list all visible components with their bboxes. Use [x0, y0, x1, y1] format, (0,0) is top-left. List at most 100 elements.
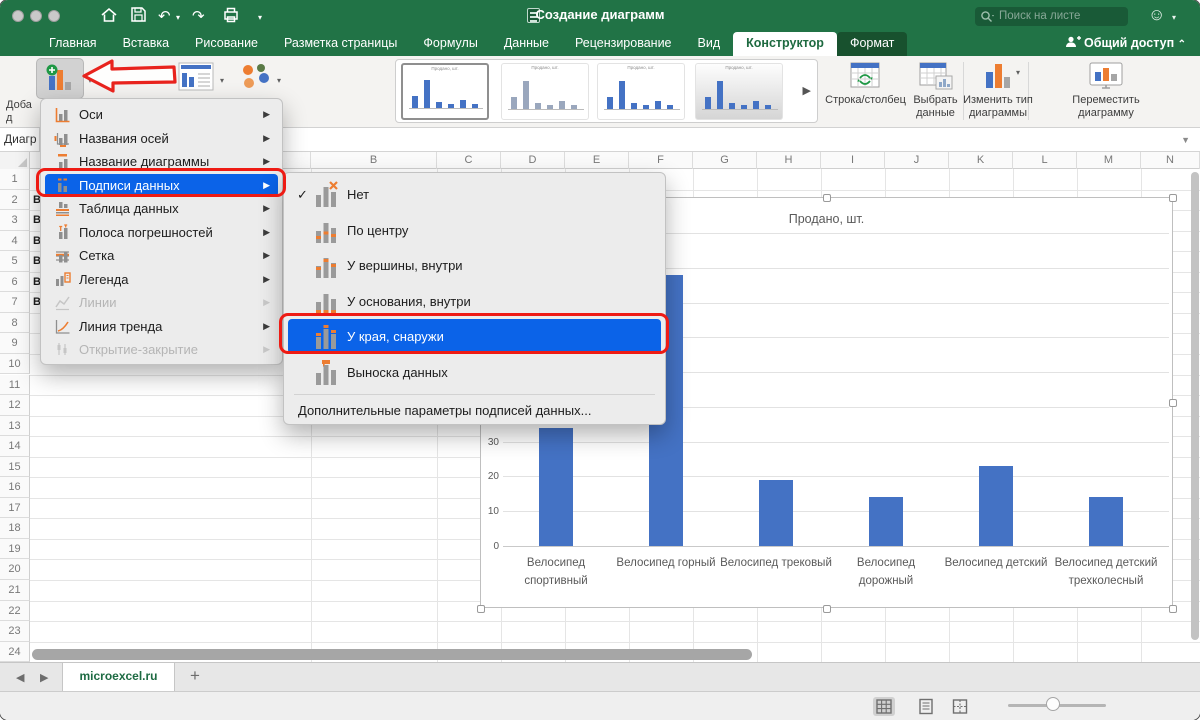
- tab-1[interactable]: Главная: [36, 32, 110, 56]
- menu-item-data-table[interactable]: Таблица данных ▶: [45, 197, 278, 220]
- row-header-19[interactable]: 19: [0, 538, 30, 560]
- row-header-20[interactable]: 20: [0, 559, 30, 580]
- tab-4[interactable]: Разметка страницы: [271, 32, 410, 56]
- menu-item-axis-titles[interactable]: Названия осей ▶: [45, 127, 278, 150]
- column-header-G[interactable]: G: [693, 152, 757, 169]
- page-break-view-icon[interactable]: [949, 697, 971, 716]
- row-header-3[interactable]: 3: [0, 210, 30, 231]
- column-header-I[interactable]: I: [821, 152, 885, 169]
- row-header-11[interactable]: 11: [0, 374, 30, 396]
- normal-view-icon[interactable]: [873, 697, 895, 716]
- select-data-button[interactable]: [918, 60, 954, 97]
- chart-selection-handle[interactable]: [1169, 605, 1177, 613]
- submenu-item-callout[interactable]: Выноска данных: [288, 355, 661, 390]
- chart-bar-4[interactable]: [869, 497, 903, 546]
- tab-9[interactable]: Конструктор: [733, 32, 837, 56]
- chart-style-thumbnail-1[interactable]: Продано, шт.: [401, 63, 489, 120]
- menu-item-chart-title[interactable]: Название диаграммы ▶: [45, 150, 278, 173]
- tab-5[interactable]: Формулы: [410, 32, 490, 56]
- change-chart-type-dropdown-icon[interactable]: ▾: [1016, 68, 1020, 77]
- menu-item-error-bars[interactable]: Полоса погрешностей ▶: [45, 221, 278, 244]
- chart-style-thumbnail-3[interactable]: Продано, шт.: [597, 63, 685, 120]
- column-header-F[interactable]: F: [629, 152, 693, 169]
- sheet-prev-icon[interactable]: ◀: [16, 671, 24, 684]
- chart-selection-handle[interactable]: [477, 605, 485, 613]
- search-input[interactable]: Поиск на листе: [975, 7, 1128, 26]
- column-header-N[interactable]: N: [1141, 152, 1200, 169]
- sheet-next-icon[interactable]: ▶: [40, 671, 48, 684]
- column-header-E[interactable]: E: [565, 152, 629, 169]
- row-header-1[interactable]: 1: [0, 169, 30, 190]
- submenu-footer-more-options[interactable]: Дополнительные параметры подписей данных…: [284, 403, 665, 418]
- name-box[interactable]: Диагр: [0, 128, 40, 151]
- feedback-dropdown-icon[interactable]: ▾: [1172, 13, 1176, 22]
- quick-layout-dropdown-icon[interactable]: ▾: [220, 76, 224, 85]
- menu-item-data-labels[interactable]: Подписи данных ▶: [45, 173, 278, 197]
- menu-item-axes[interactable]: Оси ▶: [45, 103, 278, 126]
- row-header-6[interactable]: 6: [0, 271, 30, 293]
- tab-6[interactable]: Данные: [491, 32, 562, 56]
- row-header-14[interactable]: 14: [0, 436, 30, 457]
- change-colors-button[interactable]: [238, 62, 272, 97]
- horizontal-scrollbar[interactable]: [32, 649, 752, 660]
- add-chart-element-button[interactable]: [36, 58, 84, 99]
- column-header-C[interactable]: C: [437, 152, 501, 169]
- row-header-24[interactable]: 24: [0, 641, 30, 663]
- chart-selection-handle[interactable]: [823, 194, 831, 202]
- share-button[interactable]: Общий доступ ⌃: [1065, 36, 1186, 50]
- submenu-item-center[interactable]: По центру: [288, 213, 661, 248]
- change-chart-type-button[interactable]: [982, 60, 1014, 97]
- column-header-D[interactable]: D: [501, 152, 565, 169]
- row-header-21[interactable]: 21: [0, 580, 30, 601]
- submenu-item-outside-end[interactable]: У края, снаружи: [288, 319, 661, 354]
- feedback-smiley-icon[interactable]: ☺: [1148, 5, 1165, 25]
- menu-item-lines[interactable]: Линии ▶: [45, 291, 278, 314]
- row-header-18[interactable]: 18: [0, 518, 30, 539]
- column-header-H[interactable]: H: [757, 152, 821, 169]
- change-colors-dropdown-icon[interactable]: ▾: [277, 76, 281, 85]
- add-sheet-icon[interactable]: +: [190, 666, 200, 686]
- row-header-4[interactable]: 4: [0, 230, 30, 252]
- column-header-J[interactable]: J: [885, 152, 949, 169]
- row-header-17[interactable]: 17: [0, 497, 30, 519]
- submenu-item-inside-base[interactable]: У основания, внутри: [288, 284, 661, 319]
- chart-bar-5[interactable]: [979, 466, 1013, 546]
- row-header-15[interactable]: 15: [0, 456, 30, 478]
- page-layout-view-icon[interactable]: [915, 697, 937, 716]
- chart-bar-1[interactable]: [539, 427, 573, 546]
- column-header-K[interactable]: K: [949, 152, 1013, 169]
- chart-style-thumbnail-2[interactable]: Продано, шт.: [501, 63, 589, 120]
- formula-bar-collapse-icon[interactable]: ▼: [1181, 135, 1190, 145]
- tab-2[interactable]: Вставка: [110, 32, 182, 56]
- move-chart-button[interactable]: [1086, 60, 1126, 97]
- row-header-10[interactable]: 10: [0, 353, 30, 375]
- chart-style-thumbnail-4[interactable]: Продано, шт.: [695, 63, 783, 120]
- chart-selection-handle[interactable]: [823, 605, 831, 613]
- column-header-L[interactable]: L: [1013, 152, 1077, 169]
- chart-selection-handle[interactable]: [1169, 194, 1177, 202]
- chart-bar-3[interactable]: [759, 479, 793, 546]
- zoom-slider-knob[interactable]: [1046, 697, 1060, 711]
- row-header-16[interactable]: 16: [0, 477, 30, 498]
- column-header-B[interactable]: B: [311, 152, 437, 169]
- menu-item-gridlines[interactable]: Сетка ▶: [45, 244, 278, 267]
- row-header-22[interactable]: 22: [0, 600, 30, 622]
- column-header-M[interactable]: M: [1077, 152, 1141, 169]
- row-header-13[interactable]: 13: [0, 415, 30, 437]
- tab-7[interactable]: Рецензирование: [562, 32, 685, 56]
- row-header-5[interactable]: 5: [0, 251, 30, 272]
- submenu-item-none[interactable]: ✓ Нет: [288, 177, 661, 212]
- chart-bar-6[interactable]: [1089, 497, 1123, 546]
- chart-selection-handle[interactable]: [1169, 399, 1177, 407]
- tab-3[interactable]: Рисование: [182, 32, 271, 56]
- tab-8[interactable]: Вид: [685, 32, 734, 56]
- menu-item-up-down-bars[interactable]: Открытие-закрытие ▶: [45, 338, 278, 361]
- row-header-7[interactable]: 7: [0, 292, 30, 313]
- switch-row-column-button[interactable]: [848, 60, 882, 97]
- sheet-tab[interactable]: microexcel.ru: [62, 663, 175, 692]
- row-header-2[interactable]: 2: [0, 189, 30, 211]
- row-header-12[interactable]: 12: [0, 395, 30, 416]
- vertical-scrollbar[interactable]: [1191, 172, 1199, 640]
- row-header-23[interactable]: 23: [0, 621, 30, 642]
- submenu-item-inside-end[interactable]: У вершины, внутри: [288, 248, 661, 283]
